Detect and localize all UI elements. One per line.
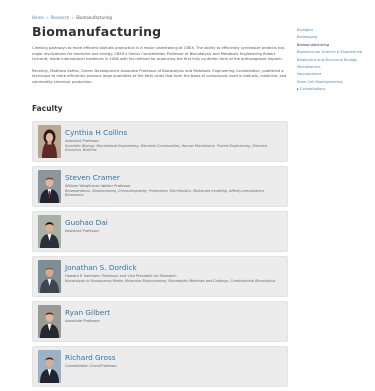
faculty-photo[interactable] bbox=[38, 169, 61, 203]
faculty-name-link[interactable]: Jonathan S. Dordick bbox=[65, 263, 281, 272]
main-content: Home » Research » Biomanufacturing Bioma… bbox=[32, 14, 288, 391]
page-title: Biomanufacturing bbox=[32, 24, 162, 39]
faculty-title: Assistant Professor bbox=[65, 228, 100, 233]
faculty-photo[interactable] bbox=[38, 214, 61, 248]
faculty-card[interactable]: Richard Gross Constellation Chair/Profes… bbox=[32, 345, 288, 387]
faculty-info: Jonathan S. Dordick Howard P. Isermann P… bbox=[65, 263, 281, 284]
faculty-research-areas: Synthetic Biology, Biochemical Engineeri… bbox=[65, 143, 267, 153]
breadcrumb-research-link[interactable]: Research bbox=[51, 15, 69, 20]
sidebar-item-constellations[interactable]: ▸ Constellations bbox=[297, 86, 367, 93]
sidebar-item-biologics[interactable]: Biologics bbox=[297, 27, 367, 34]
faculty-info: Guohao Dai Assistant Professor bbox=[65, 218, 281, 234]
sidebar-item-neuroscience[interactable]: Neuroscience bbox=[297, 71, 367, 78]
sidebar-nav: Biologics Bioimaging Biomanufacturing Bi… bbox=[297, 27, 367, 94]
breadcrumb-separator: » bbox=[71, 15, 74, 20]
faculty-title: Associate Professor bbox=[65, 318, 100, 323]
faculty-research-areas: Bioseparations, Bioprocessing, Chromatog… bbox=[65, 188, 265, 198]
sidebar-item-bioimaging[interactable]: Bioimaging bbox=[297, 34, 367, 41]
sidebar-item-biomolecular-science[interactable]: Biomolecular Science & Engineering bbox=[297, 49, 367, 56]
intro-paragraph: Recently, Matthew Koffas, Career Develop… bbox=[32, 68, 287, 84]
faculty-photo[interactable] bbox=[38, 349, 61, 383]
breadcrumb-separator: » bbox=[46, 15, 49, 20]
sidebar-item-stem-cell[interactable]: Stem Cell Bioengineering bbox=[297, 79, 367, 86]
faculty-photo[interactable] bbox=[38, 259, 61, 293]
sidebar-item-biomanufacturing[interactable]: Biomanufacturing bbox=[297, 42, 367, 49]
faculty-name-link[interactable]: Cynthia H Collins bbox=[65, 128, 281, 137]
faculty-card[interactable]: Cynthia H Collins Assistant Professor Sy… bbox=[32, 120, 288, 162]
intro-paragraph: Creating pathways to more efficient biof… bbox=[32, 46, 285, 62]
faculty-heading: Faculty bbox=[32, 103, 63, 113]
faculty-info: Steven Cramer William Weightman Walker P… bbox=[65, 173, 281, 198]
faculty-name-link[interactable]: Richard Gross bbox=[65, 353, 281, 362]
faculty-card[interactable]: Steven Cramer William Weightman Walker P… bbox=[32, 165, 288, 207]
faculty-info: Richard Gross Constellation Chair/Profes… bbox=[65, 353, 281, 369]
faculty-card[interactable]: Jonathan S. Dordick Howard P. Isermann P… bbox=[32, 255, 288, 297]
sidebar-item-label: Constellations bbox=[299, 87, 326, 92]
breadcrumb-current: Biomanufacturing bbox=[76, 15, 112, 20]
faculty-photo[interactable] bbox=[38, 124, 61, 158]
bullet-icon: ▸ bbox=[297, 87, 299, 92]
sidebar-item-biophysics[interactable]: Biophysics and Structural Biology bbox=[297, 57, 367, 64]
faculty-card[interactable]: Guohao Dai Assistant Professor bbox=[32, 210, 288, 252]
faculty-photo[interactable] bbox=[38, 304, 61, 338]
faculty-info: Ryan Gilbert Associate Professor bbox=[65, 308, 281, 324]
faculty-name-link[interactable]: Ryan Gilbert bbox=[65, 308, 281, 317]
faculty-name-link[interactable]: Steven Cramer bbox=[65, 173, 281, 182]
faculty-card[interactable]: Ryan Gilbert Associate Professor bbox=[32, 300, 288, 342]
breadcrumb: Home » Research » Biomanufacturing bbox=[32, 14, 288, 21]
faculty-name-link[interactable]: Guohao Dai bbox=[65, 218, 281, 227]
page: Home » Research » Biomanufacturing Bioma… bbox=[0, 0, 375, 387]
faculty-title: Constellation Chair/Professor bbox=[65, 363, 117, 368]
faculty-research-areas: Biocatalysis in Nonaqueous Media, Molecu… bbox=[65, 278, 276, 283]
faculty-list: Cynthia H Collins Assistant Professor Sy… bbox=[32, 120, 288, 387]
breadcrumb-home-link[interactable]: Home bbox=[32, 15, 44, 20]
faculty-info: Cynthia H Collins Assistant Professor Sy… bbox=[65, 128, 281, 153]
sidebar-item-microbiomics[interactable]: Microbiomics bbox=[297, 64, 367, 71]
